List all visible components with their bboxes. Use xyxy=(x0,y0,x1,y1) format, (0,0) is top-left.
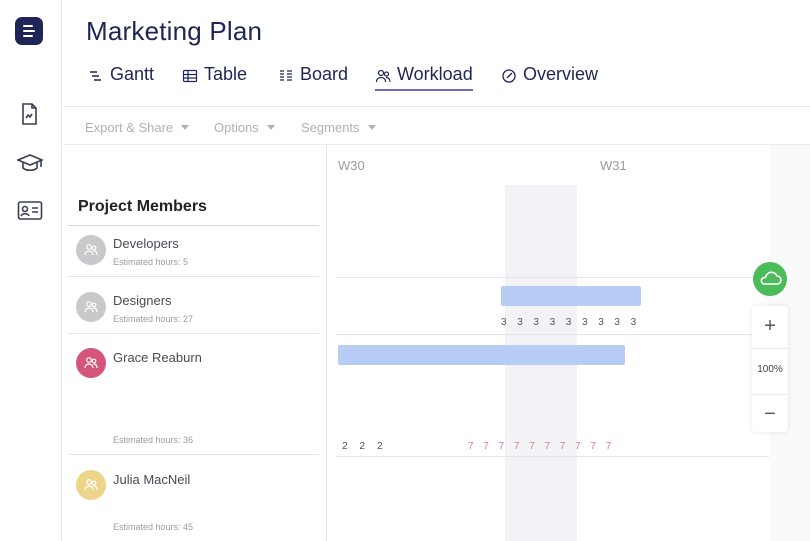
daily-hours-label: 7 xyxy=(590,441,596,452)
cloud-sync-button[interactable] xyxy=(753,262,787,296)
daily-hours-label: 7 xyxy=(575,441,581,452)
avatar xyxy=(76,292,106,322)
tab-gantt[interactable]: Gantt xyxy=(88,64,154,91)
avatar xyxy=(76,470,106,500)
people-icon xyxy=(84,479,98,491)
board-icon xyxy=(280,70,292,81)
contact-card-icon[interactable] xyxy=(17,200,43,224)
daily-hours-label: 2 xyxy=(377,441,383,452)
member-name: Grace Reaburn xyxy=(113,350,202,365)
daily-hours-label: 3 xyxy=(598,317,604,328)
member-row[interactable]: Designers Estimated hours: 27 xyxy=(68,277,319,334)
tab-gantt-label: Gantt xyxy=(110,64,155,84)
people-icon xyxy=(84,301,98,313)
export-share-dropdown[interactable]: Export & Share xyxy=(85,120,190,135)
document-icon[interactable] xyxy=(17,102,43,126)
tab-table-label: Table xyxy=(204,64,248,84)
member-hours: Estimated hours: 27 xyxy=(113,314,194,324)
member-row[interactable]: Grace Reaburn Estimated hours: 36 xyxy=(68,334,319,455)
daily-hours-label: 3 xyxy=(549,317,556,328)
daily-hours-label: 3 xyxy=(565,317,572,328)
segments-label: Segments xyxy=(301,120,360,135)
chevron-down-icon xyxy=(367,125,376,130)
daily-hours-label: 7 xyxy=(559,441,566,452)
members-panel: Project Members Developers Estimated hou… xyxy=(63,145,327,541)
week-label: W30 xyxy=(338,158,365,173)
week-label: W31 xyxy=(600,158,627,173)
avatar xyxy=(76,348,106,378)
chevron-down-icon xyxy=(181,125,190,130)
member-hours: Estimated hours: 45 xyxy=(113,522,194,532)
tab-table[interactable]: Table xyxy=(182,64,247,91)
member-name: Julia MacNeil xyxy=(113,472,191,487)
member-hours: Estimated hours: 5 xyxy=(113,257,189,267)
daily-hours-label: 7 xyxy=(468,441,474,452)
people-icon xyxy=(84,357,98,369)
daily-hours-label: 7 xyxy=(544,441,551,452)
daily-hours-label: 7 xyxy=(513,441,520,452)
tab-overview[interactable]: Overview xyxy=(501,64,598,91)
tab-overview-label: Overview xyxy=(523,64,599,84)
member-name: Designers xyxy=(113,293,172,308)
member-row[interactable]: Julia MacNeil Estimated hours: 45 xyxy=(68,455,319,541)
header-divider xyxy=(63,106,810,107)
tab-board[interactable]: Board xyxy=(278,64,348,91)
zoom-in-button[interactable]: + xyxy=(752,314,788,338)
row-divider xyxy=(336,456,769,457)
tab-board-label: Board xyxy=(300,64,349,84)
gantt-icon xyxy=(90,71,101,81)
daily-hours-label: 7 xyxy=(498,441,505,452)
options-dropdown[interactable]: Options xyxy=(214,120,275,135)
daily-hours-label: 7 xyxy=(529,441,535,452)
chevron-down-icon xyxy=(266,125,275,130)
daily-hours-label: 7 xyxy=(605,441,612,452)
member-hours: Estimated hours: 36 xyxy=(113,435,194,445)
export-share-label: Export & Share xyxy=(85,120,174,135)
table-icon xyxy=(182,69,198,83)
overview-icon xyxy=(502,69,516,83)
zoom-out-button[interactable]: − xyxy=(752,404,788,428)
daily-hours-label: 2 xyxy=(342,441,348,452)
zoom-controls: + 100% − xyxy=(752,306,788,432)
designers-workload-bar[interactable] xyxy=(501,286,641,306)
daily-hours-label: 3 xyxy=(501,317,507,328)
cloud-icon xyxy=(760,271,782,285)
daily-hours-label: 3 xyxy=(533,317,539,328)
segments-dropdown[interactable]: Segments xyxy=(301,120,376,135)
member-row[interactable]: Developers Estimated hours: 5 xyxy=(68,226,319,277)
zoom-divider xyxy=(752,394,788,395)
daily-hours-label: 7 xyxy=(483,441,489,452)
people-icon xyxy=(84,244,98,256)
left-sidebar xyxy=(0,0,62,541)
members-heading: Project Members xyxy=(78,198,207,215)
row-divider xyxy=(336,334,769,335)
avatar xyxy=(76,235,106,265)
tab-workload[interactable]: Workload xyxy=(375,64,473,91)
tab-workload-label: Workload xyxy=(397,64,473,84)
daily-hours-label: 3 xyxy=(517,317,523,328)
row-divider xyxy=(336,277,769,278)
zoom-level: 100% xyxy=(757,364,783,375)
workload-timeline[interactable]: W30 W31 333333333 2227777777777 xyxy=(328,145,769,541)
workload-icon xyxy=(375,69,391,83)
grace-workload-bar[interactable] xyxy=(338,345,625,365)
daily-hours-label: 3 xyxy=(614,317,620,328)
options-label: Options xyxy=(214,120,259,135)
member-name: Developers xyxy=(113,236,179,251)
graduation-cap-icon[interactable] xyxy=(15,151,45,175)
zoom-divider xyxy=(752,348,788,349)
app-logo[interactable] xyxy=(15,17,43,45)
daily-hours-label: 3 xyxy=(582,317,588,328)
daily-hours-label: 3 xyxy=(630,317,637,328)
page-title: Marketing Plan xyxy=(86,16,263,46)
daily-hours-label: 2 xyxy=(359,441,366,452)
